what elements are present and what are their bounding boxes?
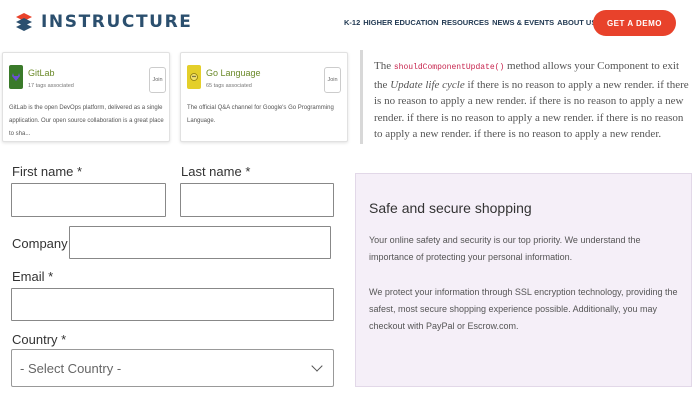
join-button[interactable]: Join [149,67,166,93]
company-field[interactable] [69,226,331,259]
instructure-logo-icon [14,12,34,32]
secure-shopping-panel: Safe and secure shopping Your online saf… [355,173,692,387]
brand-name: INSTRUCTURE [41,12,193,32]
community-card-go-language[interactable]: Go Language 65 tags associated Join The … [180,52,348,142]
email-field[interactable] [11,288,334,321]
email-label: Email * [12,269,54,284]
nav-higher-education[interactable]: HIGHER EDUCATION [363,18,438,27]
nav-about-us[interactable]: ABOUT US [557,18,596,27]
nav-k12[interactable]: K-12 [344,18,360,27]
country-select-value: - Select Country - [20,360,122,376]
inline-code: shouldComponentUpdate() [393,63,505,72]
get-a-demo-button[interactable]: GET A DEMO [593,10,676,36]
secure-shopping-paragraph: Your online safety and security is our t… [369,235,641,262]
brand-logo[interactable]: INSTRUCTURE [14,12,192,32]
secure-shopping-title: Safe and secure shopping [369,200,532,216]
first-name-field[interactable] [11,183,166,217]
component-update-note: The shouldComponentUpdate() method allow… [360,50,690,144]
nav-news-events[interactable]: NEWS & EVENTS [492,18,554,27]
go-gopher-icon [187,65,201,89]
nav-resources[interactable]: RESOURCES [442,18,490,27]
chevron-down-icon [311,360,323,372]
join-button[interactable]: Join [324,67,341,93]
country-label: Country * [12,332,67,347]
country-select[interactable]: - Select Country - [11,349,334,387]
company-label: Company * [12,236,77,251]
card-title[interactable]: Go Language [206,68,261,78]
card-title[interactable]: GitLab [28,68,55,78]
last-name-field[interactable] [180,183,334,217]
card-tag-count: 17 tags associated [28,83,74,89]
secure-shopping-paragraph: We protect your information through SSL … [369,287,678,331]
main-nav: K-12 HIGHER EDUCATION RESOURCES NEWS & E… [344,18,596,27]
gitlab-icon [9,65,23,89]
first-name-label: First name * [12,164,83,179]
card-tag-count: 65 tags associated [206,83,252,89]
last-name-label: Last name * [181,164,251,179]
card-description: GitLab is the open DevOps platform, deli… [9,105,164,137]
card-description: The official Q&A channel for Google's Go… [187,105,334,124]
community-card-gitlab[interactable]: GitLab 17 tags associated Join GitLab is… [2,52,170,142]
